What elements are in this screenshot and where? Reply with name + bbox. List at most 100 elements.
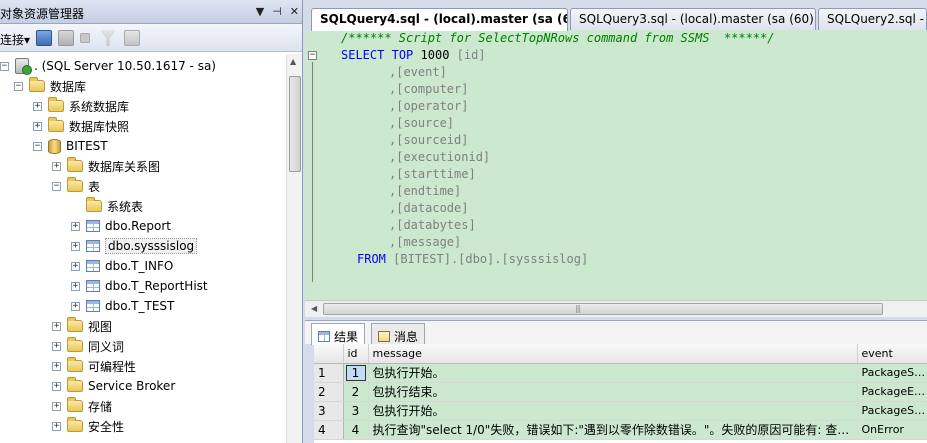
code-column: ,[source] xyxy=(389,116,455,130)
collapse-icon[interactable]: − xyxy=(14,81,23,91)
folder-icon xyxy=(67,417,83,432)
close-icon[interactable]: ✕ xyxy=(290,5,299,18)
connect-object-explorer-icon[interactable] xyxy=(36,30,52,46)
cell-id[interactable]: 3 xyxy=(343,401,369,421)
expand-icon[interactable]: + xyxy=(33,121,42,131)
table-row[interactable]: 3 3 包执行开始。 PackageStart xyxy=(314,401,927,421)
fold-collapse-icon[interactable]: − xyxy=(308,51,317,60)
pin-icon[interactable]: ⊣ xyxy=(272,5,282,18)
expand-icon[interactable]: + xyxy=(33,101,42,111)
tree-node-system-tables[interactable]: 系统表 xyxy=(71,196,143,216)
row-number[interactable]: 2 xyxy=(314,382,344,402)
filter-icon[interactable] xyxy=(100,30,116,46)
row-number[interactable]: 1 xyxy=(314,363,344,383)
titlebar-buttons: ▼ ⊣ ✕ xyxy=(256,5,299,18)
expand-icon[interactable]: + xyxy=(52,341,61,351)
tree-node-security[interactable]: + 安全性 xyxy=(52,416,124,436)
query-editor-area: SQLQuery4.sql - (local).master (sa (61))… xyxy=(305,0,927,443)
expand-icon[interactable]: + xyxy=(71,301,80,311)
tab-sqlquery4[interactable]: SQLQuery4.sql - (local).master (sa (61)) xyxy=(311,8,568,31)
disconnect-icon[interactable] xyxy=(58,30,74,46)
expand-icon[interactable]: + xyxy=(52,161,61,171)
connect-button[interactable]: 连接▾ xyxy=(0,31,30,48)
table-row[interactable]: 2 2 包执行结束。 PackageEnd xyxy=(314,382,927,402)
expand-icon[interactable]: + xyxy=(52,401,61,411)
scrollbar-grip-icon: ||| xyxy=(575,304,581,313)
row-number[interactable]: 3 xyxy=(314,401,344,421)
expand-icon[interactable]: + xyxy=(52,381,61,391)
cell-event[interactable]: OnError xyxy=(857,420,927,440)
code-column: ,[endtime] xyxy=(389,184,462,198)
column-header-message[interactable]: message xyxy=(368,344,858,364)
collapse-icon[interactable]: − xyxy=(52,181,61,191)
tree-node-table-t-info[interactable]: + dbo.T_INFO xyxy=(71,256,173,276)
scrollbar-thumb[interactable] xyxy=(289,76,301,172)
cell-id[interactable]: 4 xyxy=(343,420,369,440)
cell-message[interactable]: 包执行开始。 xyxy=(368,363,858,383)
tree-node-synonyms[interactable]: + 同义词 xyxy=(52,336,124,356)
tree-node-database-snapshots[interactable]: + 数据库快照 xyxy=(33,116,129,136)
tree-node-table-report[interactable]: + dbo.Report xyxy=(71,216,171,236)
table-row[interactable]: 1 1 包执行开始。 PackageStart xyxy=(314,363,927,383)
expand-icon[interactable]: + xyxy=(52,421,61,431)
refresh-icon[interactable] xyxy=(124,30,140,46)
dropdown-icon[interactable]: ▼ xyxy=(256,5,264,18)
tree-node-service-broker[interactable]: + Service Broker xyxy=(52,376,175,396)
cell-message[interactable]: 包执行结束。 xyxy=(368,382,858,402)
expand-icon[interactable]: + xyxy=(71,241,80,251)
folder-icon xyxy=(67,397,83,412)
tree-node-views[interactable]: + 视图 xyxy=(52,316,112,336)
tree-node-table-t-test[interactable]: + dbo.T_TEST xyxy=(71,296,174,316)
tree-node-database-diagrams[interactable]: + 数据库关系图 xyxy=(52,156,160,176)
cell-message[interactable]: 执行查询"select 1/0"失败，错误如下:"遇到以零作除数错误。"。失败的… xyxy=(368,420,858,440)
tree-node-table-sysssislog[interactable]: + dbo.sysssislog xyxy=(71,236,198,256)
scroll-left-arrow-icon[interactable]: ◀ xyxy=(311,304,317,313)
tree-node-label: BITEST xyxy=(66,139,108,153)
tree-node-server[interactable]: − . (SQL Server 10.50.1617 - sa) xyxy=(0,56,216,76)
tree-node-table-t-reporthist[interactable]: + dbo.T_ReportHist xyxy=(71,276,208,296)
cell-message[interactable]: 包执行开始。 xyxy=(368,401,858,421)
scrollbar-thumb[interactable] xyxy=(323,303,883,315)
tab-results[interactable]: 结果 xyxy=(311,323,366,345)
expand-icon[interactable]: + xyxy=(71,281,80,291)
tab-messages[interactable]: 消息 xyxy=(371,323,426,345)
tree-node-label: 数据库关系图 xyxy=(88,159,161,174)
column-header-id[interactable]: id xyxy=(343,344,369,364)
folder-icon xyxy=(86,197,102,212)
tab-sqlquery2[interactable]: SQLQuery2.sql - (local).master (sa (59)) xyxy=(818,8,927,30)
cell-id[interactable]: 1 xyxy=(343,363,369,383)
tree-node-bitest[interactable]: − BITEST xyxy=(33,136,108,156)
tree-node-databases[interactable]: − 数据库 xyxy=(14,76,86,96)
tree-node-label: 系统表 xyxy=(107,199,144,214)
tab-sqlquery3[interactable]: SQLQuery3.sql - (local).master (sa (60)) xyxy=(570,8,816,30)
table-row[interactable]: 4 4 执行查询"select 1/0"失败，错误如下:"遇到以零作除数错误。"… xyxy=(314,420,927,440)
row-number[interactable]: 4 xyxy=(314,420,344,440)
scroll-up-arrow-icon[interactable]: ▲ xyxy=(290,57,296,66)
grid-corner[interactable] xyxy=(314,344,344,364)
tree-node-tables[interactable]: − 表 xyxy=(52,176,100,196)
cell-event[interactable]: PackageEnd xyxy=(857,382,927,402)
collapse-icon[interactable]: − xyxy=(0,61,9,71)
cell-id[interactable]: 2 xyxy=(343,382,369,402)
editor-horizontal-scrollbar[interactable]: ◀ ||| xyxy=(305,300,927,317)
tree-node-system-databases[interactable]: + 系统数据库 xyxy=(33,96,129,116)
object-explorer-scrollbar[interactable]: ▲ xyxy=(286,54,302,443)
tree-node-programmability[interactable]: + 可编程性 xyxy=(52,356,136,376)
expand-icon[interactable]: + xyxy=(52,361,61,371)
expand-icon[interactable]: + xyxy=(52,321,61,331)
stop-icon[interactable] xyxy=(80,33,90,43)
collapse-icon[interactable]: − xyxy=(33,141,42,151)
tree-node-storage[interactable]: + 存储 xyxy=(52,396,112,416)
tree-node-label: 数据库快照 xyxy=(69,119,130,134)
sql-editor[interactable]: − /****** Script for SelectTopNRows comm… xyxy=(308,30,927,300)
expand-icon[interactable]: + xyxy=(71,221,80,231)
column-header-event[interactable]: event xyxy=(857,344,927,364)
cell-event[interactable]: PackageStart xyxy=(857,401,927,421)
tree-node-label: 系统数据库 xyxy=(69,99,130,114)
tree-node-label: Service Broker xyxy=(88,379,176,393)
cell-event[interactable]: PackageStart xyxy=(857,363,927,383)
tree-node-label: 存储 xyxy=(88,399,113,414)
expand-icon[interactable]: + xyxy=(71,261,80,271)
tree-node-label: dbo.T_ReportHist xyxy=(105,279,208,293)
server-icon xyxy=(15,58,32,75)
